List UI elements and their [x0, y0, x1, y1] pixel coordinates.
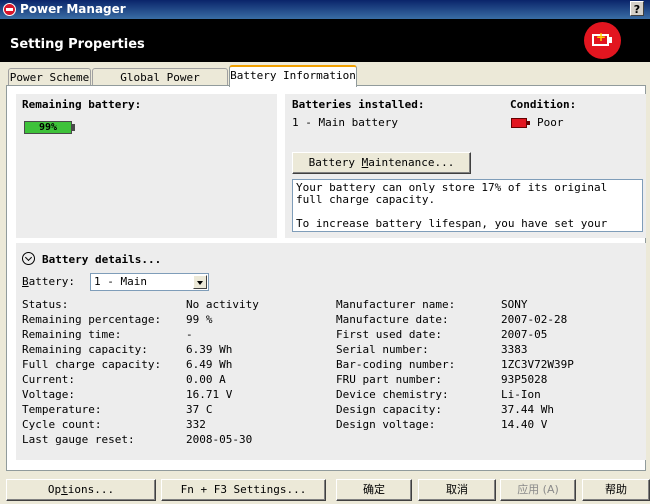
- tab-global-power-settings[interactable]: Global Power Settings: [92, 68, 228, 101]
- detail-value: 332: [186, 418, 206, 431]
- detail-row: Current:: [22, 373, 75, 386]
- detail-value: 37.44 Wh: [501, 403, 554, 416]
- window-title: Power Manager: [20, 2, 126, 16]
- header-title: Setting Properties: [10, 37, 145, 52]
- detail-value: No activity: [186, 298, 259, 311]
- battery-logo-icon: +: [584, 22, 621, 59]
- detail-value: SONY: [501, 298, 528, 311]
- detail-value: 14.40 V: [501, 418, 548, 431]
- collapse-details-icon[interactable]: [22, 252, 35, 265]
- detail-row: Design voltage:: [336, 418, 436, 431]
- detail-row: First used date:: [336, 328, 442, 341]
- detail-row: Design capacity:: [336, 403, 442, 416]
- detail-row: Bar-coding number:: [336, 358, 456, 371]
- battery-select-value: 1 - Main: [94, 275, 147, 288]
- battery-level-bar: 99%: [24, 121, 72, 134]
- battery-details-title: Battery details...: [42, 253, 162, 266]
- apply-button[interactable]: 应用 (A): [500, 479, 576, 501]
- tab-power-scheme[interactable]: Power Scheme: [8, 68, 91, 86]
- detail-row: Manufacturer name:: [336, 298, 456, 311]
- tab-strip: Power Scheme Global Power Settings Batte…: [0, 62, 650, 101]
- message-line-1: Your battery can only store 17% of its o…: [296, 181, 614, 206]
- detail-value: 2007-05: [501, 328, 548, 341]
- detail-value: 0.00 A: [186, 373, 226, 386]
- detail-value: 37 C: [186, 403, 213, 416]
- header-banner: Setting Properties +: [0, 19, 650, 62]
- help-button[interactable]: 帮助: [582, 479, 650, 501]
- detail-value: 93P5028: [501, 373, 548, 386]
- detail-value: 3383: [501, 343, 528, 356]
- detail-row: FRU part number:: [336, 373, 442, 386]
- battery-message-box[interactable]: Your battery can only store 17% of its o…: [292, 179, 643, 232]
- detail-row: Temperature:: [22, 403, 102, 416]
- battery-maintenance-button[interactable]: Battery Maintenance...: [292, 152, 471, 174]
- title-bar: Power Manager ?: [0, 0, 650, 19]
- detail-row: Status:: [22, 298, 69, 311]
- detail-row: Remaining percentage:: [22, 313, 162, 326]
- detail-value: 16.71 V: [186, 388, 233, 401]
- detail-value: 2007-02-28: [501, 313, 568, 326]
- detail-row: Manufacture date:: [336, 313, 449, 326]
- poor-battery-icon: [511, 118, 530, 128]
- battery-select[interactable]: 1 - Main: [90, 273, 209, 291]
- cancel-button[interactable]: 取消: [418, 479, 496, 501]
- detail-row: Cycle count:: [22, 418, 102, 431]
- detail-row: Remaining time:: [22, 328, 122, 341]
- detail-value: -: [186, 328, 193, 341]
- condition-value: Poor: [537, 116, 564, 129]
- detail-value: 99 %: [186, 313, 213, 326]
- battery-level-text: 99%: [38, 122, 58, 133]
- detail-row: Device chemistry:: [336, 388, 449, 401]
- detail-row: Full charge capacity:: [22, 358, 162, 371]
- detail-row: Voltage:: [22, 388, 75, 401]
- remaining-battery-box: [16, 94, 277, 238]
- detail-row: Remaining capacity:: [22, 343, 148, 356]
- batteries-installed-value: 1 - Main battery: [292, 116, 398, 129]
- batteries-installed-label: Batteries installed:: [292, 98, 425, 111]
- detail-value: 6.49 Wh: [186, 358, 233, 371]
- app-icon: [3, 3, 16, 16]
- detail-value: 6.39 Wh: [186, 343, 233, 356]
- help-title-button[interactable]: ?: [630, 1, 644, 16]
- tab-battery-information[interactable]: Battery Information: [229, 65, 357, 87]
- condition-label: Condition:: [510, 98, 577, 111]
- chevron-down-icon[interactable]: [193, 275, 207, 289]
- options-button[interactable]: Options...: [6, 479, 156, 501]
- fn-f3-settings-button[interactable]: Fn + F3 Settings...: [161, 479, 326, 501]
- detail-value: 2008-05-30: [186, 433, 253, 446]
- battery-tip: [72, 124, 75, 131]
- detail-value: Li-Ion: [501, 388, 541, 401]
- detail-row: Last gauge reset:: [22, 433, 135, 446]
- ok-button[interactable]: 确定: [336, 479, 412, 501]
- message-line-2: To increase battery lifespan, you have s…: [296, 217, 608, 232]
- detail-value: 1ZC3V72W39P: [501, 358, 574, 371]
- battery-select-label: Battery:: [22, 275, 75, 288]
- remaining-battery-label: Remaining battery:: [22, 98, 142, 111]
- detail-row: Serial number:: [336, 343, 429, 356]
